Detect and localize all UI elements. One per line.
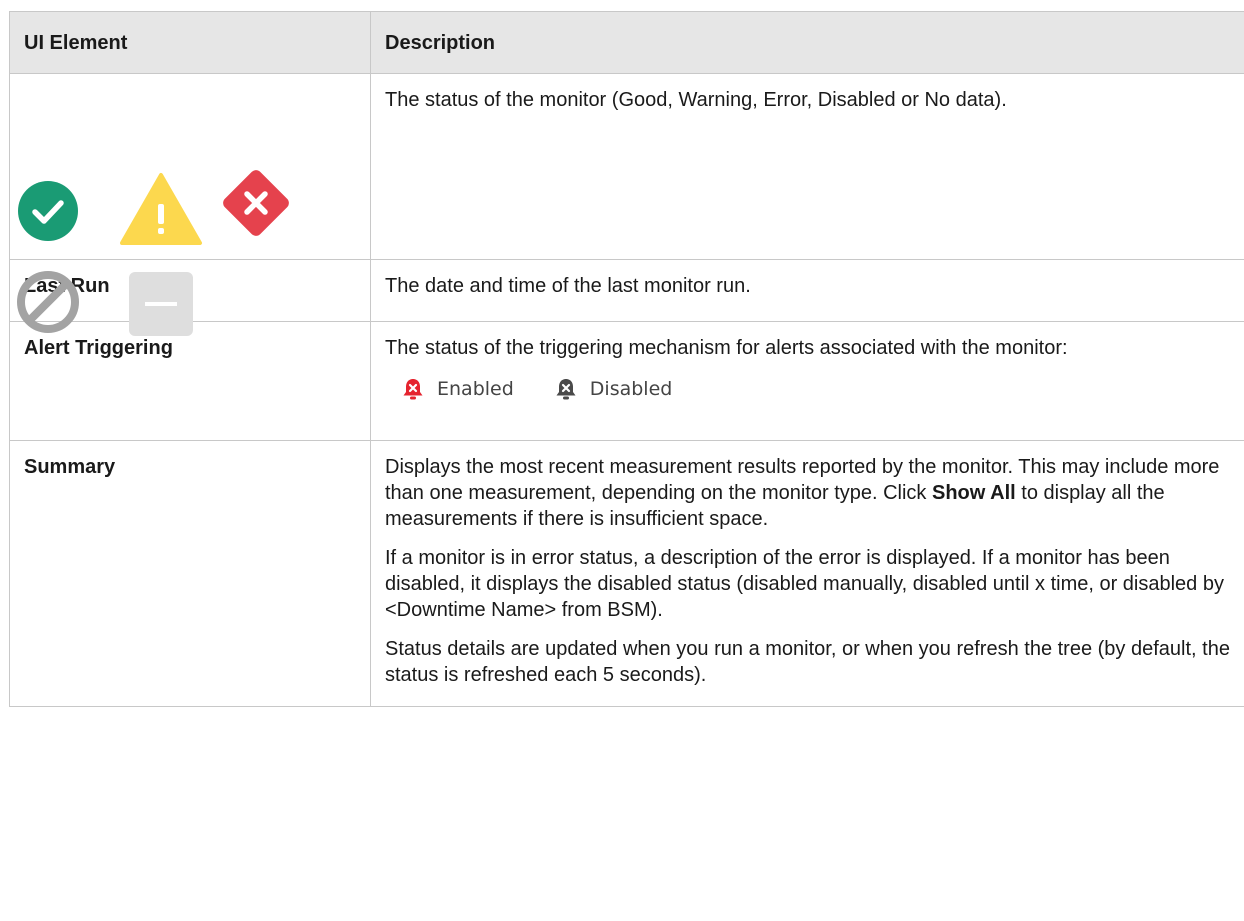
column-header-ui-element: UI Element (9, 11, 371, 74)
ui-element-table: UI Element Description The status of the… (9, 11, 1244, 707)
status-icons-cell (9, 73, 371, 336)
summary-paragraph-1: Displays the most recent measurement res… (385, 454, 1231, 532)
column-header-description: Description (370, 11, 1244, 74)
alert-bell-disabled-icon (556, 379, 576, 400)
error-status-icon (223, 170, 289, 236)
status-icons (10, 74, 310, 336)
summary-paragraph-3: Status details are updated when you run … (385, 638, 1230, 686)
alert-bell-enabled-icon (403, 379, 423, 400)
last-run-description: The date and time of the last monitor ru… (370, 259, 1244, 322)
table-row: Summary Displays the most recent measure… (9, 440, 1244, 707)
table-row: Alert Triggering The status of the trigg… (9, 321, 1244, 441)
good-status-icon (18, 181, 78, 241)
alert-triggering-cell: The status of the triggering mechanism f… (370, 321, 1244, 441)
disabled-status-icon (17, 271, 79, 333)
alert-disabled-label: Disabled (589, 378, 673, 400)
alert-disabled-item: Disabled (554, 376, 673, 402)
show-all-term: Show All (932, 482, 1016, 504)
alert-triggering-description: The status of the triggering mechanism f… (385, 337, 1068, 359)
summary-description-cell: Displays the most recent measurement res… (370, 440, 1244, 707)
summary-paragraph-2: If a monitor is in error status, a descr… (385, 547, 1224, 621)
alert-enabled-label: Enabled (437, 378, 514, 400)
no-data-status-icon (129, 272, 193, 336)
warning-status-icon (120, 173, 202, 245)
status-description: The status of the monitor (Good, Warning… (385, 89, 1007, 111)
table-row: The status of the monitor (Good, Warning… (9, 73, 1244, 336)
status-description-cell: The status of the monitor (Good, Warning… (370, 73, 1244, 260)
table-header-row: UI Element Description (9, 11, 1244, 74)
alert-enabled-item: Enabled (401, 376, 514, 402)
alert-status-legend: Enabled Disabled (385, 376, 1231, 402)
alert-triggering-label: Alert Triggering (9, 321, 371, 441)
summary-label: Summary (9, 440, 371, 707)
